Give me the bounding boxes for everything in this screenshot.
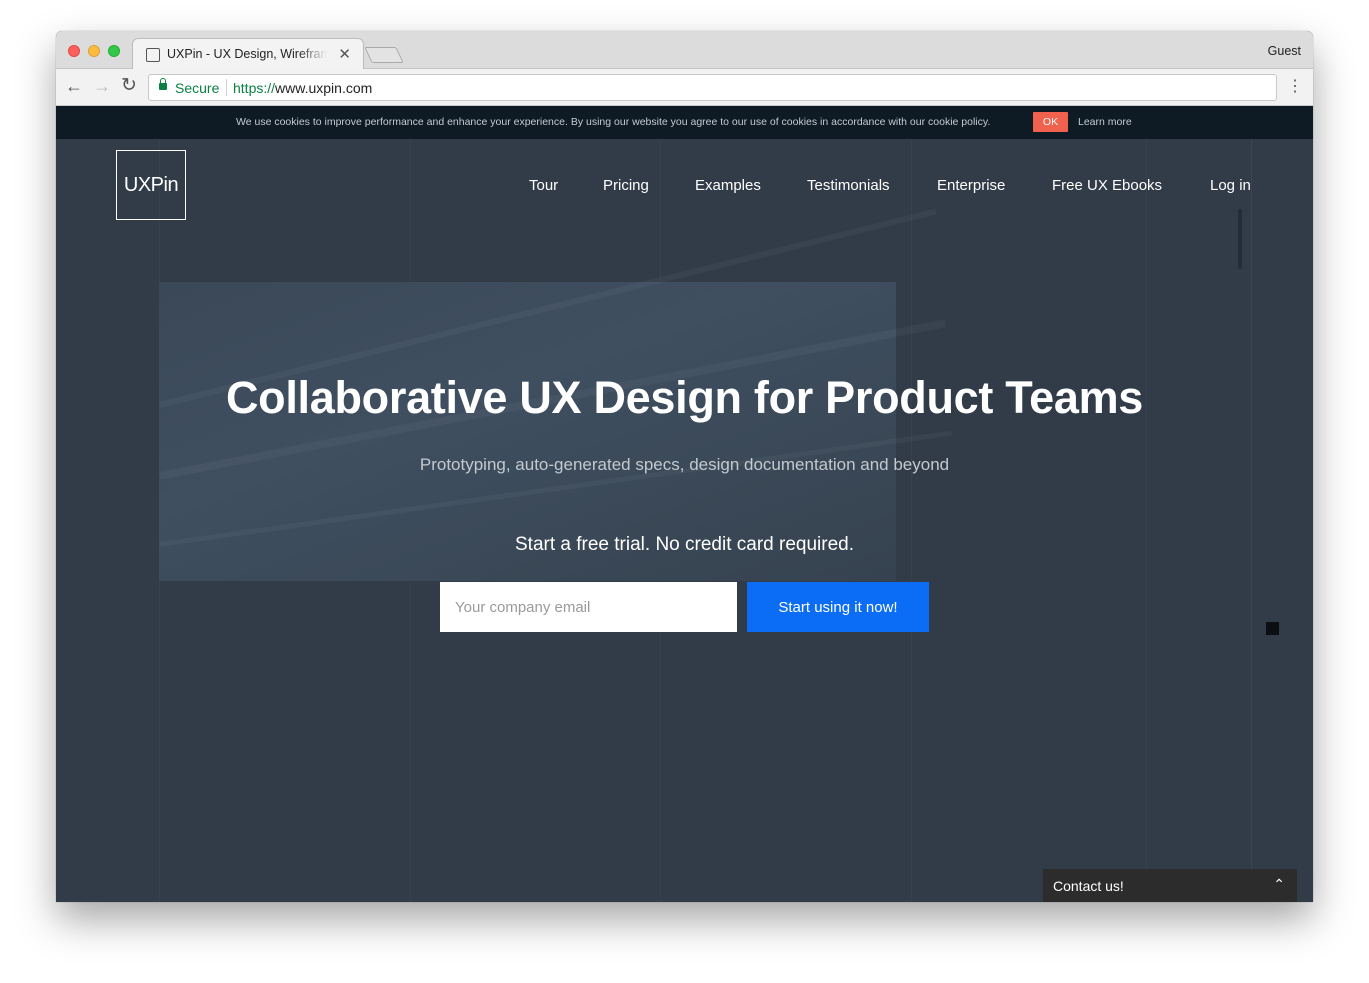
lock-icon <box>159 78 167 90</box>
tab-title: UXPin - UX Design, Wireframing <box>167 47 327 61</box>
new-tab-button[interactable] <box>364 47 404 63</box>
close-window-button[interactable] <box>68 45 80 57</box>
cookie-banner: We use cookies to improve performance an… <box>56 106 1313 139</box>
contact-widget[interactable]: Contact us! ⌃ <box>1043 869 1297 902</box>
nav-examples[interactable]: Examples <box>695 177 761 194</box>
browser-menu-icon[interactable]: ⋮ <box>1287 77 1303 97</box>
nav-tour[interactable]: Tour <box>529 177 558 194</box>
browser-window: UXPin - UX Design, Wireframing ✕ Guest ←… <box>56 31 1313 902</box>
page-icon <box>146 48 160 62</box>
secure-label: Secure <box>175 80 220 96</box>
cookie-ok-button[interactable]: OK <box>1033 112 1068 132</box>
nav-testimonials[interactable]: Testimonials <box>807 177 890 194</box>
browser-tab[interactable]: UXPin - UX Design, Wireframing ✕ <box>132 38 364 69</box>
reload-icon[interactable]: ↻ <box>121 76 137 96</box>
profile-label[interactable]: Guest <box>1268 44 1301 58</box>
background-grid-line <box>1146 139 1147 902</box>
hero-title: Collaborative UX Design for Product Team… <box>225 372 1144 423</box>
email-input[interactable] <box>440 582 737 632</box>
nav-enterprise[interactable]: Enterprise <box>937 177 1005 194</box>
cookie-learn-more-link[interactable]: Learn more <box>1078 116 1132 128</box>
contact-label: Contact us! <box>1053 878 1124 894</box>
nav-log-in[interactable]: Log in <box>1210 177 1251 194</box>
chevron-up-icon[interactable]: ⌃ <box>1273 876 1285 893</box>
address-bar[interactable]: Secure https://www.uxpin.com <box>148 74 1277 101</box>
nav-free-ux-ebooks[interactable]: Free UX Ebooks <box>1052 177 1162 194</box>
background-scrollbar <box>1238 209 1242 269</box>
browser-toolbar: ← → ↻ Secure https://www.uxpin.com ⋮ <box>56 69 1313 106</box>
back-arrow-icon[interactable]: ← <box>65 76 83 96</box>
background-grid-line <box>911 139 912 902</box>
trial-text: Start a free trial. No credit card requi… <box>515 534 854 555</box>
hero-subtitle: Prototyping, auto-generated specs, desig… <box>419 455 950 474</box>
forward-arrow-icon[interactable]: → <box>93 76 111 96</box>
minimize-window-button[interactable] <box>88 45 100 57</box>
hero-section: UXPin Tour Pricing Examples Testimonials… <box>56 139 1313 902</box>
title-bar: UXPin - UX Design, Wireframing ✕ Guest <box>56 31 1313 69</box>
url-divider <box>226 79 227 96</box>
cookie-message: We use cookies to improve performance an… <box>236 116 991 128</box>
url-host: www.uxpin.com <box>275 80 373 96</box>
tab-close-icon[interactable]: ✕ <box>338 45 351 63</box>
background-sidebar <box>1251 139 1313 902</box>
url-text[interactable]: https://www.uxpin.com <box>233 80 372 96</box>
nav-pricing[interactable]: Pricing <box>603 177 649 194</box>
url-scheme: https:// <box>233 80 276 96</box>
uxpin-logo[interactable]: UXPin <box>116 150 186 220</box>
maximize-window-button[interactable] <box>108 45 120 57</box>
start-trial-button[interactable]: Start using it now! <box>747 582 929 632</box>
background-color-swatch <box>1266 622 1279 635</box>
background-mockup <box>56 139 1313 902</box>
